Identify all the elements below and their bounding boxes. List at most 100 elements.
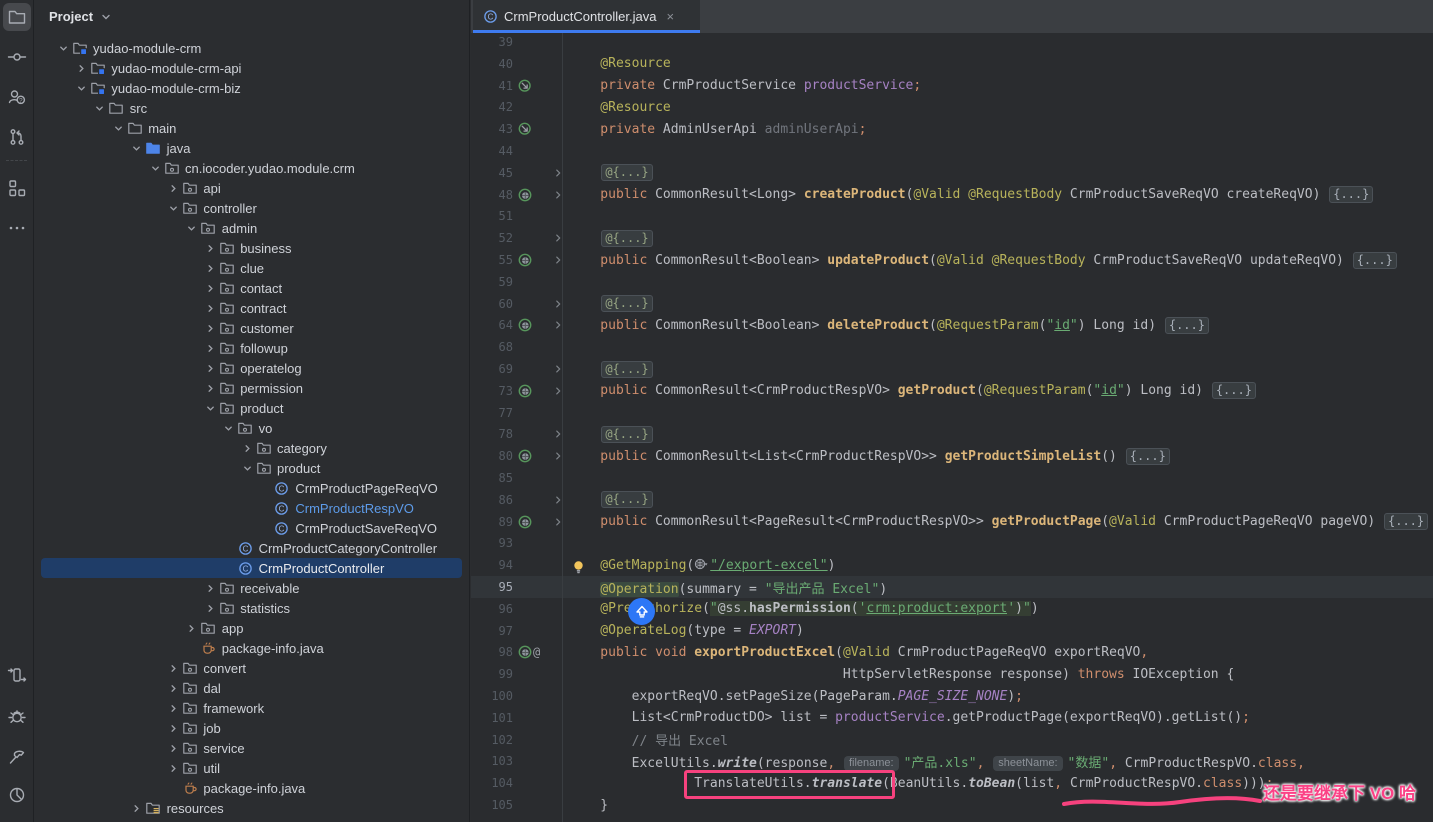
- globe-gutter-icon[interactable]: [518, 384, 532, 398]
- gutter-icons[interactable]: [515, 449, 551, 463]
- gutter-icons[interactable]: [515, 188, 551, 202]
- tree-item-vo[interactable]: vo: [41, 418, 462, 438]
- chevron-collapsed-icon[interactable]: [202, 300, 218, 316]
- inject-gutter-icon[interactable]: [518, 79, 532, 93]
- code-line-101[interactable]: 101 List<CrmProductDO> list = productSer…: [471, 707, 1433, 729]
- tree-item-operatelog[interactable]: operatelog: [41, 358, 462, 378]
- code-line-59[interactable]: 59: [471, 271, 1433, 293]
- code-line-43[interactable]: 43 private AdminUserApi adminUserApi;: [471, 118, 1433, 140]
- tree-item-receivable[interactable]: receivable: [41, 578, 462, 598]
- chevron-collapsed-icon[interactable]: [202, 320, 218, 336]
- tree-item-crmproductpagereqvo[interactable]: CCrmProductPageReqVO: [41, 478, 462, 498]
- chevron-expanded-icon[interactable]: [147, 160, 163, 176]
- build-tool-icon[interactable]: [3, 742, 31, 770]
- code-line-98[interactable]: 98@ public void exportProductExcel(@Vali…: [471, 641, 1433, 663]
- code-line-89[interactable]: 89 public CommonResult<PageResult<CrmPro…: [471, 511, 1433, 533]
- code-line-42[interactable]: 42 @Resource: [471, 96, 1433, 118]
- code-line-99[interactable]: 99 HttpServletResponse response) throws …: [471, 663, 1433, 685]
- chevron-expanded-icon[interactable]: [202, 400, 218, 416]
- debug-tool-icon[interactable]: [3, 702, 31, 730]
- code-line-85[interactable]: 85: [471, 467, 1433, 489]
- code-line-52[interactable]: 52 @{...}: [471, 227, 1433, 249]
- gutter-icons[interactable]: @: [515, 645, 551, 659]
- chevron-expanded-icon[interactable]: [239, 460, 255, 476]
- chevron-collapsed-icon[interactable]: [202, 240, 218, 256]
- tree-item-util[interactable]: util: [41, 758, 462, 778]
- chevron-expanded-icon[interactable]: [129, 140, 145, 156]
- code-line-55[interactable]: 55 public CommonResult<Boolean> updatePr…: [471, 249, 1433, 271]
- chevron-expanded-icon[interactable]: [92, 100, 108, 116]
- code-line-48[interactable]: 48 public CommonResult<Long> createProdu…: [471, 184, 1433, 206]
- tree-item-statistics[interactable]: statistics: [41, 598, 462, 618]
- project-panel-header[interactable]: Project: [35, 0, 469, 33]
- code-area[interactable]: 3940 @Resource41 private CrmProductServi…: [471, 0, 1433, 822]
- code-line-96[interactable]: 96 @PreAuthorize("@ss.hasPermission('crm…: [471, 598, 1433, 620]
- code-line-95[interactable]: 95 @Operation(summary = "导出产品 Excel"): [471, 576, 1433, 598]
- chevron-collapsed-icon[interactable]: [202, 360, 218, 376]
- chevron-collapsed-icon[interactable]: [165, 720, 181, 736]
- tree-item-product[interactable]: product: [41, 398, 462, 418]
- plugin-badge-icon[interactable]: [628, 598, 655, 625]
- chevron-expanded-icon[interactable]: [165, 200, 181, 216]
- code-line-80[interactable]: 80 public CommonResult<List<CrmProductRe…: [471, 445, 1433, 467]
- chevron-collapsed-icon[interactable]: [165, 180, 181, 196]
- globe-gutter-icon[interactable]: [518, 515, 532, 529]
- chevron-collapsed-icon[interactable]: [165, 660, 181, 676]
- chevron-collapsed-icon[interactable]: [184, 620, 200, 636]
- gutter-icons[interactable]: [515, 253, 551, 267]
- tree-item-clue[interactable]: clue: [41, 258, 462, 278]
- code-line-41[interactable]: 41 private CrmProductService productServ…: [471, 75, 1433, 97]
- gutter-icons[interactable]: [515, 515, 551, 529]
- code-line-97[interactable]: 97 @OperateLog(type = EXPORT): [471, 620, 1433, 642]
- globe-gutter-icon[interactable]: [518, 253, 532, 267]
- intention-bulb-icon[interactable]: [572, 560, 585, 579]
- chevron-collapsed-icon[interactable]: [165, 700, 181, 716]
- tree-item-service[interactable]: service: [41, 738, 462, 758]
- tree-item-admin[interactable]: admin: [41, 218, 462, 238]
- code-line-64[interactable]: 64 public CommonResult<Boolean> deletePr…: [471, 314, 1433, 336]
- codewithme-tool-icon[interactable]: ?: [3, 83, 31, 111]
- code-line-100[interactable]: 100 exportReqVO.setPageSize(PageParam.PA…: [471, 685, 1433, 707]
- tree-item-crmproductcategorycontroller[interactable]: CCrmProductCategoryController: [41, 538, 462, 558]
- code-line-77[interactable]: 77: [471, 402, 1433, 424]
- tree-item-src[interactable]: src: [41, 98, 462, 118]
- chevron-collapsed-icon[interactable]: [73, 60, 89, 76]
- tree-item-api[interactable]: api: [41, 178, 462, 198]
- code-line-93[interactable]: 93: [471, 532, 1433, 554]
- code-line-78[interactable]: 78 @{...}: [471, 423, 1433, 445]
- code-line-45[interactable]: 45 @{...}: [471, 162, 1433, 184]
- code-line-39[interactable]: 39: [471, 31, 1433, 53]
- inject-gutter-icon[interactable]: [518, 122, 532, 136]
- tree-item-contact[interactable]: contact: [41, 278, 462, 298]
- tree-item-java[interactable]: java: [41, 138, 462, 158]
- tab-close-icon[interactable]: ×: [666, 10, 674, 23]
- tree-item-package-info-java[interactable]: package-info.java: [41, 638, 462, 658]
- code-line-40[interactable]: 40 @Resource: [471, 53, 1433, 75]
- project-tool-icon[interactable]: [3, 3, 31, 31]
- tree-item-package-info-java[interactable]: package-info.java: [41, 778, 462, 798]
- chevron-expanded-icon[interactable]: [73, 80, 89, 96]
- chevron-collapsed-icon[interactable]: [165, 680, 181, 696]
- tree-item-convert[interactable]: convert: [41, 658, 462, 678]
- globe-gutter-icon[interactable]: [518, 645, 532, 659]
- chevron-collapsed-icon[interactable]: [202, 260, 218, 276]
- services-tool-icon[interactable]: [3, 661, 31, 689]
- chevron-expanded-icon[interactable]: [184, 220, 200, 236]
- tree-item-yudao-module-crm-biz[interactable]: yudao-module-crm-biz: [41, 78, 462, 98]
- structure-tool-icon[interactable]: [3, 174, 31, 202]
- chevron-collapsed-icon[interactable]: [129, 800, 145, 816]
- tree-item-contract[interactable]: contract: [41, 298, 462, 318]
- tree-item-main[interactable]: main: [41, 118, 462, 138]
- code-line-86[interactable]: 86 @{...}: [471, 489, 1433, 511]
- tree-item-framework[interactable]: framework: [41, 698, 462, 718]
- profiler-tool-icon[interactable]: [3, 781, 31, 809]
- tree-item-crmproductrespvo[interactable]: CCrmProductRespVO: [41, 498, 462, 518]
- globe-gutter-icon[interactable]: [518, 449, 532, 463]
- code-line-44[interactable]: 44: [471, 140, 1433, 162]
- code-line-103[interactable]: 103 ExcelUtils.write(response, filename:…: [471, 750, 1433, 772]
- globe-gutter-icon[interactable]: [518, 188, 532, 202]
- chevron-collapsed-icon[interactable]: [202, 380, 218, 396]
- chevron-collapsed-icon[interactable]: [202, 280, 218, 296]
- code-line-102[interactable]: 102 // 导出 Excel: [471, 729, 1433, 751]
- editor-tab[interactable]: C CrmProductController.java ×: [473, 0, 700, 33]
